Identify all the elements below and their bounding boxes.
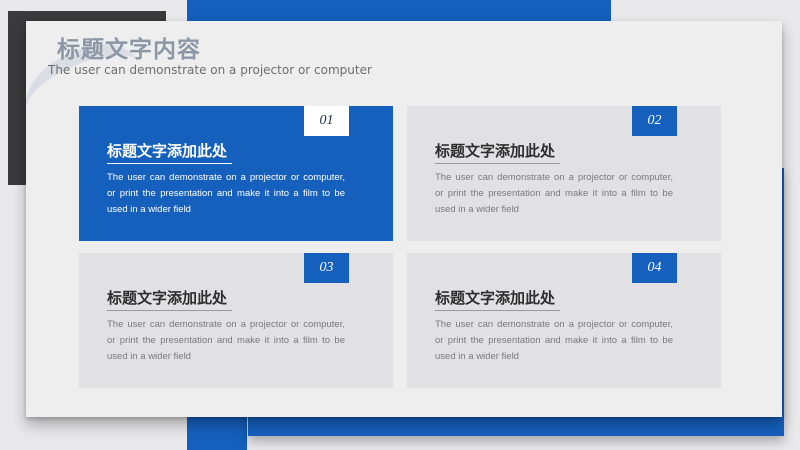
box-number-badge: 04 xyxy=(632,253,677,283)
info-box-1: 01 标题文字添加此处 The user can demonstrate on … xyxy=(79,106,393,241)
box-body-text: The user can demonstrate on a projector … xyxy=(107,319,345,362)
slide-title: 标题文字内容 xyxy=(57,37,201,63)
heading-underline xyxy=(435,163,560,164)
heading-underline xyxy=(107,310,232,311)
box-number-badge: 02 xyxy=(632,106,677,136)
info-box-2: 02 标题文字添加此处 The user can demonstrate on … xyxy=(407,106,721,241)
box-heading: 标题文字添加此处 xyxy=(435,289,556,307)
box-body-text: The user can demonstrate on a projector … xyxy=(435,319,673,362)
box-heading: 标题文字添加此处 xyxy=(107,142,228,160)
box-number-badge: 03 xyxy=(304,253,349,283)
box-number-badge: 01 xyxy=(304,106,349,136)
heading-underline xyxy=(435,310,560,311)
heading-underline xyxy=(107,163,232,164)
box-body-text: The user can demonstrate on a projector … xyxy=(435,172,673,215)
box-body-text: The user can demonstrate on a projector … xyxy=(107,172,345,215)
slide-subtitle: The user can demonstrate on a projector … xyxy=(48,63,372,77)
info-box-4: 04 标题文字添加此处 The user can demonstrate on … xyxy=(407,253,721,388)
info-box-3: 03 标题文字添加此处 The user can demonstrate on … xyxy=(79,253,393,388)
box-heading: 标题文字添加此处 xyxy=(107,289,228,307)
box-heading: 标题文字添加此处 xyxy=(435,142,556,160)
